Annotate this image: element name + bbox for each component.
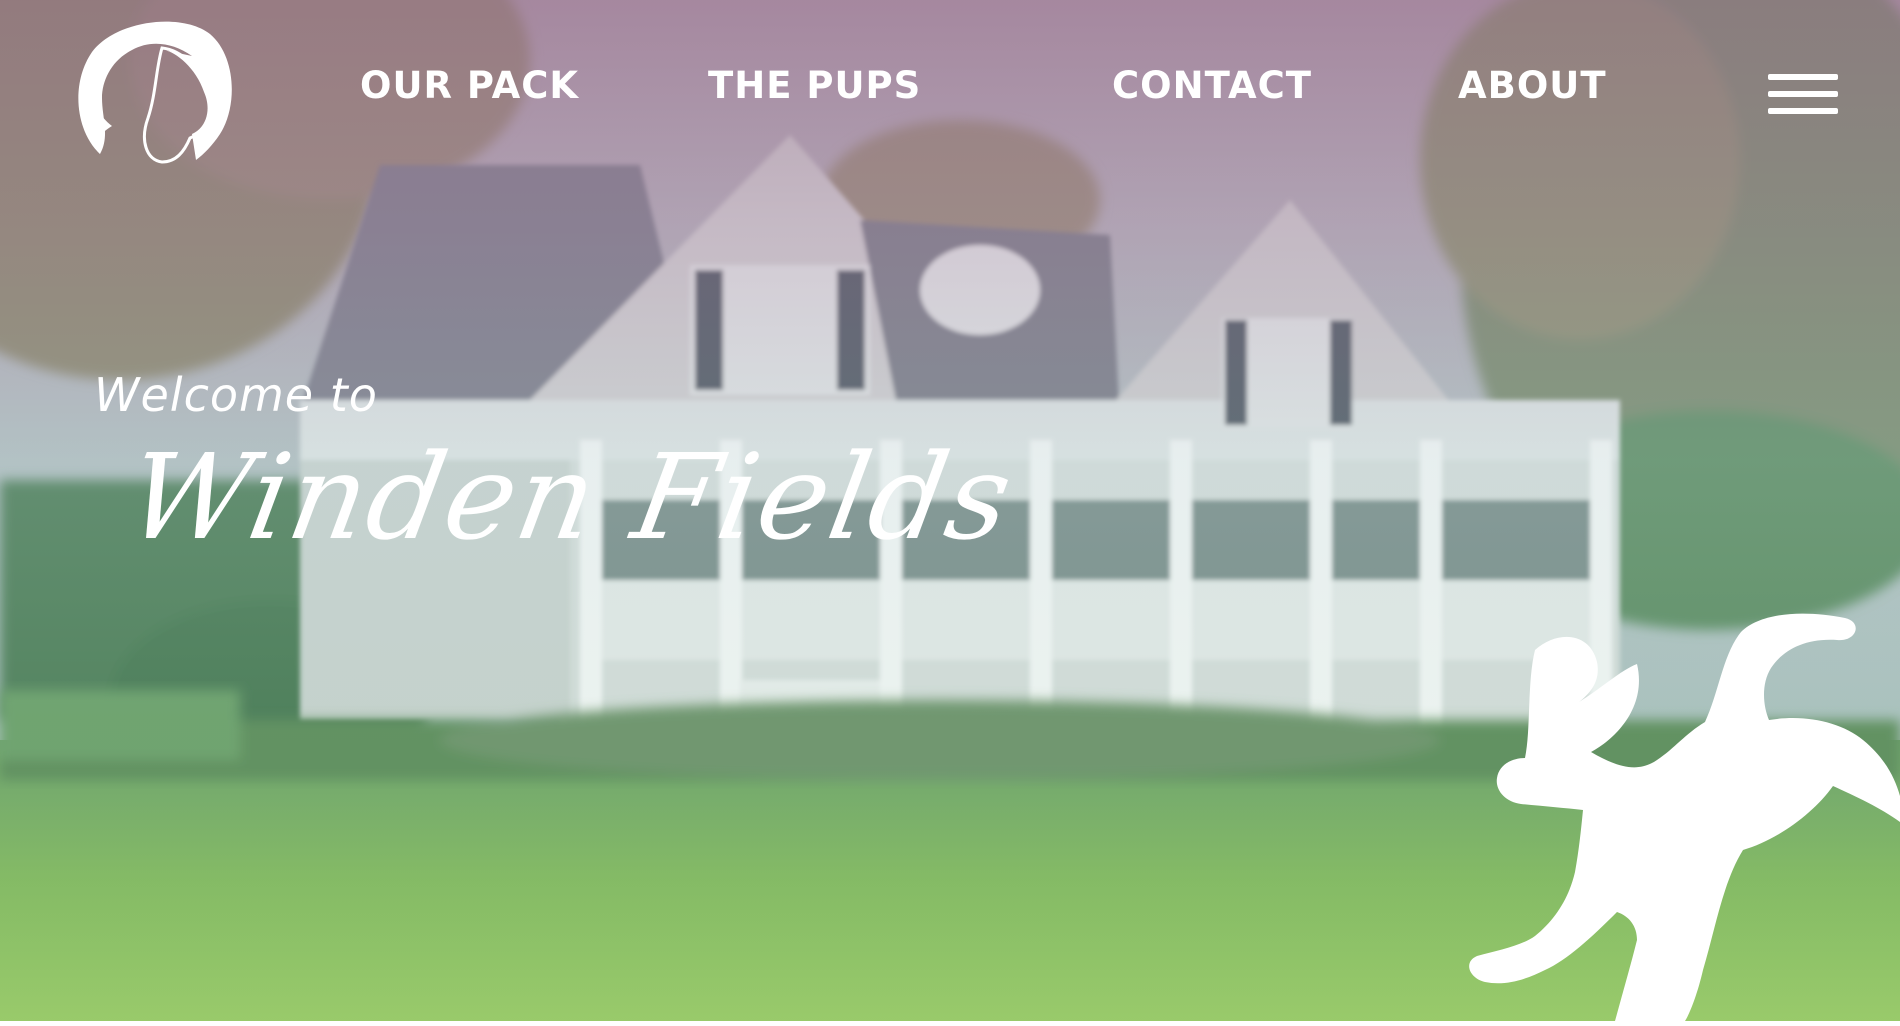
main-nav: OUR PACK THE PUPS CONTACT ABOUT — [0, 64, 1900, 114]
nav-link-our-pack[interactable]: OUR PACK — [360, 64, 579, 107]
hamburger-bar — [1768, 108, 1838, 114]
hero-title: Winden Fields — [117, 428, 1024, 566]
hamburger-bar — [1768, 74, 1838, 80]
nav-link-about[interactable]: ABOUT — [1458, 64, 1607, 107]
hero-welcome-text: Welcome to — [94, 368, 378, 422]
nav-link-the-pups[interactable]: THE PUPS — [708, 64, 921, 107]
hamburger-icon[interactable] — [1768, 74, 1838, 116]
nav-link-contact[interactable]: CONTACT — [1112, 64, 1312, 107]
running-dog-silhouette-icon — [1385, 610, 1900, 1021]
hamburger-bar — [1768, 91, 1838, 97]
